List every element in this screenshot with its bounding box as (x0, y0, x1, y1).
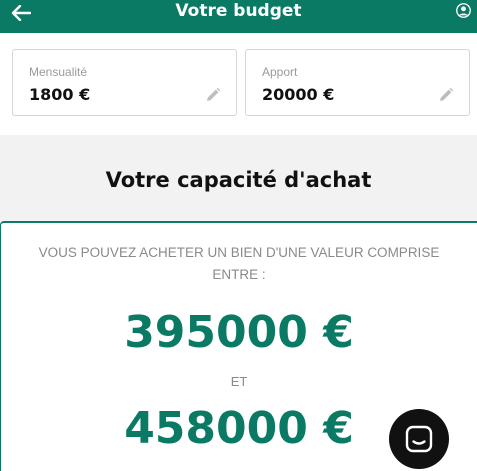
min-amount: 395000 € (124, 307, 354, 358)
page-title: Votre budget (175, 1, 302, 21)
pencil-icon[interactable] (437, 86, 455, 104)
chat-button[interactable] (389, 409, 449, 469)
chat-icon (405, 425, 433, 453)
app-header: Votre budget (0, 0, 477, 33)
apport-value: 20000 € (262, 85, 335, 104)
apport-field[interactable]: Apport 20000 € (245, 49, 470, 116)
mensualite-value: 1800 € (29, 85, 91, 104)
capacity-section: Votre capacité d'achat (0, 135, 477, 221)
capacity-title: Votre capacité d'achat (105, 168, 372, 192)
apport-label: Apport (262, 65, 298, 79)
user-icon (455, 2, 471, 18)
result-description: VOUS POUVEZ ACHETER UN BIEN D'UNE VALEUR… (38, 245, 440, 282)
user-button[interactable] (455, 2, 471, 18)
mensualite-label: Mensualité (29, 65, 88, 79)
separator-text: ET (230, 374, 248, 389)
mensualite-field[interactable]: Mensualité 1800 € (12, 49, 237, 116)
pencil-icon[interactable] (204, 86, 222, 104)
